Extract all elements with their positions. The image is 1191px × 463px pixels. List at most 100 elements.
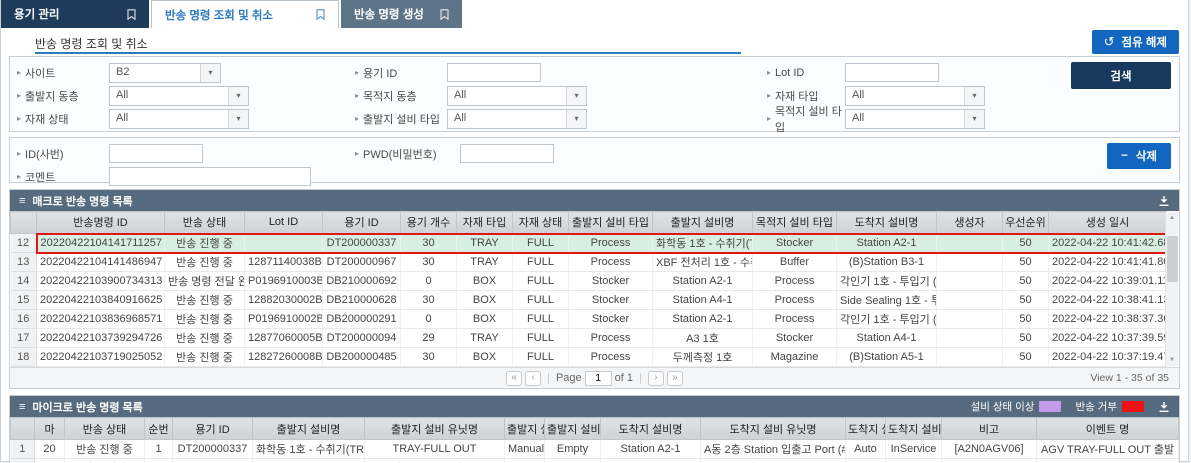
bookmark-icon[interactable] <box>440 9 449 20</box>
column-header[interactable]: 도착지 설비명 <box>837 212 937 234</box>
release-occupancy-button[interactable]: ↺ 점유 해제 <box>1092 30 1179 54</box>
column-header[interactable]: 목적지 설비 타입 <box>753 212 837 234</box>
table-row[interactable]: 1720220422103739294726반송 진행 중12877060005… <box>11 329 1167 348</box>
table-row[interactable]: 1620220422103836968571반송 진행 중P0196910002… <box>11 310 1167 329</box>
table-row[interactable]: 120반송 진행 중1DT200000337화학동 1호 - 수취기(TRAYT… <box>11 440 1179 459</box>
tab-transfer-command-search[interactable]: 반송 명령 조회 및 취소 <box>151 0 339 28</box>
field-label: 코멘트 <box>25 169 55 185</box>
cell <box>1037 459 1179 463</box>
chevron-down-icon[interactable]: ▾ <box>964 87 984 105</box>
user-id-input[interactable] <box>109 144 203 163</box>
column-header[interactable]: 용기 ID <box>323 212 401 234</box>
dest-equip-type-select[interactable]: All ▾ <box>845 109 985 129</box>
section-title: 마이크로 반송 명령 목록 <box>32 399 142 415</box>
chevron-down-icon[interactable]: ▾ <box>566 110 586 128</box>
macro-header-row: 반송명령 ID반송 상태Lot ID용기 ID용기 개수자재 타입자재 상태출발… <box>11 212 1167 234</box>
column-header[interactable]: 도착지 설비 <box>886 418 942 440</box>
delete-button[interactable]: − 삭제 <box>1107 143 1171 169</box>
legend-swatch-red <box>1122 401 1144 412</box>
column-header[interactable]: 출발지 설비명 <box>253 418 365 440</box>
scroll-up-icon[interactable]: ▲ <box>1166 212 1178 224</box>
page-next-button[interactable]: › <box>648 371 664 386</box>
page-prev-button[interactable]: ‹ <box>525 371 541 386</box>
download-icon[interactable] <box>1158 401 1170 413</box>
column-header[interactable]: Lot ID <box>245 212 323 234</box>
column-header[interactable]: 이벤트 명 <box>1037 418 1179 440</box>
field-user-id: ▸ID(사번) <box>17 142 355 165</box>
row-number: 12 <box>11 234 37 253</box>
column-header[interactable]: 출발지 설비명 <box>653 212 753 234</box>
password-input[interactable] <box>460 144 554 163</box>
cell: 두께측정 1호 <box>653 348 753 367</box>
column-header[interactable]: 생성 일시 <box>1049 212 1167 234</box>
column-header[interactable]: 출발지 설비 <box>545 418 601 440</box>
tab-transfer-command-create[interactable]: 반송 명령 생성 <box>341 0 462 28</box>
column-header[interactable] <box>11 418 35 440</box>
table-row[interactable]: 1320220422104141486947반송 진행 중12871140038… <box>11 253 1167 272</box>
comment-input[interactable] <box>109 167 311 186</box>
material-state-select[interactable]: All ▾ <box>109 109 249 129</box>
column-header[interactable]: 도착지 설 <box>846 418 886 440</box>
scroll-down-icon[interactable]: ▼ <box>1166 354 1178 366</box>
column-header[interactable]: 순번 <box>145 418 173 440</box>
label-bullet-icon: ▸ <box>355 114 359 123</box>
column-header[interactable]: 출발지 설 <box>505 418 545 440</box>
table-row[interactable]: 1820220422103719025052반송 진행 중12827260008… <box>11 348 1167 367</box>
material-type-select[interactable]: All ▾ <box>845 86 985 106</box>
source-floor-select[interactable]: All ▾ <box>109 86 249 106</box>
label-bullet-icon: ▸ <box>17 149 21 158</box>
download-icon[interactable] <box>1158 195 1170 207</box>
site-select[interactable]: B2 ▾ <box>109 63 221 83</box>
filter-label: 출발지 동층 <box>25 88 79 104</box>
source-equip-type-select[interactable]: All ▾ <box>447 109 587 129</box>
filter-label: 자재 타입 <box>775 88 819 104</box>
scrollbar-thumb[interactable] <box>1167 236 1178 282</box>
container-id-input[interactable] <box>447 63 541 82</box>
column-header[interactable]: 출발지 설비 타입 <box>569 212 653 234</box>
column-header[interactable]: 도착지 설비명 <box>601 418 701 440</box>
column-header[interactable]: 자재 타입 <box>457 212 513 234</box>
cell: BOX <box>457 291 513 310</box>
column-header[interactable]: 자재 상태 <box>513 212 569 234</box>
tab-container-management[interactable]: 용기 관리 <box>1 0 149 28</box>
column-header[interactable]: 비고 <box>942 418 1037 440</box>
filter-label: 목적지 설비 타입 <box>775 103 845 135</box>
table-row[interactable]: 220반송 생성2DT200000337Station A2-1A동 2층 St… <box>11 459 1179 463</box>
column-header[interactable]: 용기 개수 <box>401 212 457 234</box>
column-header[interactable]: 출발지 설비 유닛명 <box>365 418 505 440</box>
micro-header-row: 마반송 상태순번용기 ID출발지 설비명출발지 설비 유닛명출발지 설출발지 설… <box>11 418 1179 440</box>
chevron-down-icon[interactable]: ▾ <box>200 64 220 82</box>
chevron-down-icon[interactable]: ▾ <box>964 110 984 128</box>
chevron-down-icon[interactable]: ▾ <box>228 110 248 128</box>
column-header[interactable] <box>11 212 37 234</box>
pagination-bar: « ‹ | Page of 1 | › » View 1 - 35 of 35 <box>10 367 1179 388</box>
vertical-scrollbar[interactable]: ▲ ▼ <box>1165 212 1178 366</box>
page-first-button[interactable]: « <box>506 371 522 386</box>
column-header[interactable]: 도착지 설비 유닛명 <box>701 418 846 440</box>
column-header[interactable]: 반송 상태 <box>65 418 145 440</box>
chevron-down-icon[interactable]: ▾ <box>566 87 586 105</box>
column-header[interactable]: 생성자 <box>937 212 1003 234</box>
cell: BOX <box>457 310 513 329</box>
page-number-input[interactable] <box>585 371 612 386</box>
cell: Station A2-1 <box>601 440 701 459</box>
cell: DB210000692 <box>323 272 401 291</box>
table-row[interactable]: 1220220422104141711257반송 진행 중DT200000337… <box>11 234 1167 253</box>
column-header[interactable]: 우선순위 <box>1003 212 1049 234</box>
lot-id-input[interactable] <box>845 63 939 82</box>
cell: 20220422103739294726 <box>37 329 165 348</box>
chevron-down-icon[interactable]: ▾ <box>228 87 248 105</box>
search-button[interactable]: 검색 <box>1071 62 1171 89</box>
table-row[interactable]: 1420220422103900734313반송 명령 전달 완료P019691… <box>11 272 1167 291</box>
table-row[interactable]: 1520220422103840916625반송 진행 중12882030002… <box>11 291 1167 310</box>
bookmark-icon[interactable] <box>127 9 136 20</box>
column-header[interactable]: 반송명령 ID <box>37 212 165 234</box>
cell: Process <box>569 234 653 253</box>
bookmark-icon[interactable] <box>316 9 325 20</box>
page-last-button[interactable]: » <box>667 371 683 386</box>
column-header[interactable]: 반송 상태 <box>165 212 245 234</box>
column-header[interactable]: 마 <box>35 418 65 440</box>
dest-floor-select[interactable]: All ▾ <box>447 86 587 106</box>
column-header[interactable]: 용기 ID <box>173 418 253 440</box>
search-filter-panel: ▸사이트 B2 ▾ ▸용기 ID ▸Lot ID ▸출발지 동층 All ▾ <box>9 56 1180 132</box>
